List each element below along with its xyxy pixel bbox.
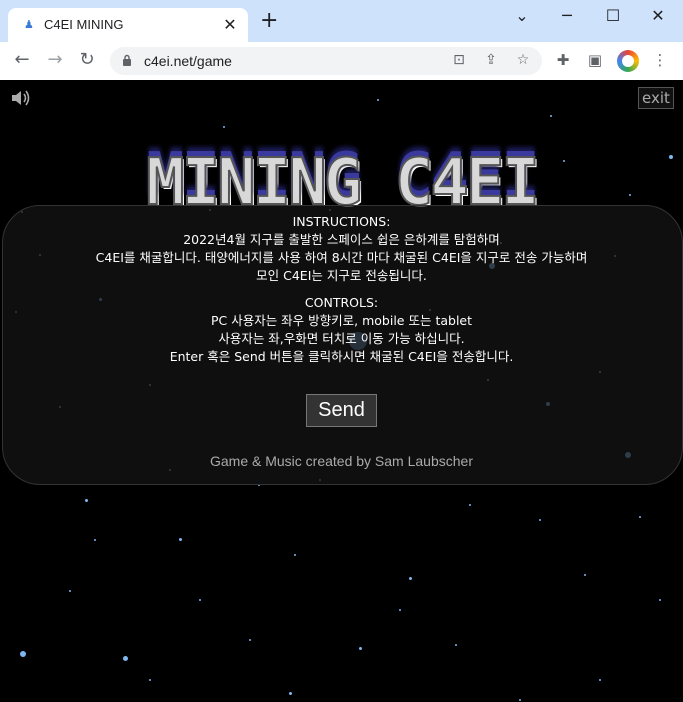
minimize-button[interactable]: ─ [552, 6, 582, 25]
star-dot [249, 639, 251, 641]
star-dot [584, 574, 586, 576]
plus-icon[interactable]: + [260, 10, 278, 32]
translate-icon[interactable]: ⊡ [450, 52, 468, 68]
forward-icon[interactable]: → [44, 49, 66, 70]
close-icon[interactable]: ✕ [222, 15, 238, 34]
controls-heading: CONTROLS: [304, 295, 379, 310]
star-icon[interactable]: ☆ [514, 52, 532, 68]
back-icon[interactable]: ← [11, 49, 33, 70]
star-dot [539, 519, 541, 521]
star-dot [659, 599, 661, 601]
star-dot [550, 115, 552, 117]
star-dot [377, 99, 379, 101]
send-button[interactable]: Send [306, 394, 377, 427]
star-dot [288, 691, 292, 695]
maximize-button[interactable]: ☐ [598, 6, 628, 25]
star-dot [599, 679, 601, 681]
instructions-line: 모인 C4EI는 지구로 전송됩니다. [256, 268, 427, 283]
star-dot [178, 537, 182, 541]
tab-c4ei-mining[interactable]: ♟ C4EI MINING ✕ [8, 8, 248, 42]
sidepanel-icon[interactable]: ▣ [585, 51, 605, 69]
menu-icon[interactable]: ⋮ [650, 51, 670, 69]
controls-line: PC 사용자는 좌우 방향키로, mobile 또는 tablet [210, 313, 473, 328]
star-dot [294, 554, 296, 556]
exit-button[interactable]: exit [638, 87, 674, 109]
window-close-button[interactable]: ✕ [643, 6, 673, 25]
star-dot [519, 699, 521, 701]
chevron-down-icon[interactable]: ⌄ [507, 6, 537, 25]
controls-line: Enter 혹은 Send 버튼을 클릭하시면 채굴된 C4EI을 전송합니다. [169, 349, 514, 364]
tab-title: C4EI MINING [44, 17, 124, 32]
browser-chrome: ♟ C4EI MINING ✕ + ⌄ ─ ☐ ✕ ← → ↻ c4ei.net… [0, 0, 683, 81]
share-icon[interactable]: ⇪ [482, 52, 500, 68]
star-dot [199, 599, 201, 601]
instructions-heading: INSTRUCTIONS: [292, 214, 391, 229]
star-dot [399, 609, 401, 611]
toolbar: ← → ↻ c4ei.net/game ⊡ ⇪ ☆ ✚ ▣ ⋮ [0, 42, 683, 81]
star-dot [469, 504, 471, 506]
star-dot [20, 651, 26, 657]
url-text[interactable]: c4ei.net/game [144, 53, 232, 69]
address-bar[interactable]: c4ei.net/game ⊡ ⇪ ☆ [110, 47, 542, 75]
instructions-line: C4EI를 채굴합니다. 태양에너지를 사용 하여 8시간 마다 채굴된 C4E… [95, 250, 588, 265]
star-dot [84, 498, 88, 502]
star-dot [94, 539, 96, 541]
star-dot [358, 646, 362, 650]
lock-icon[interactable] [122, 54, 132, 66]
star-dot [639, 516, 641, 518]
reload-icon[interactable]: ↻ [76, 49, 98, 70]
star-dot [223, 126, 225, 128]
profile-icon[interactable] [617, 50, 639, 72]
game-canvas[interactable]: exit MINING C4EI INSTRUCTIONS: 2022년4월 지… [0, 80, 683, 702]
star-dot [408, 576, 412, 580]
star-dot [122, 655, 128, 661]
speaker-icon[interactable] [10, 89, 32, 107]
tab-strip: ♟ C4EI MINING ✕ + ⌄ ─ ☐ ✕ [0, 0, 683, 42]
star-dot [149, 679, 151, 681]
favicon-icon: ♟ [24, 18, 34, 31]
star-dot [69, 590, 71, 592]
instructions-line: 2022년4월 지구를 출발한 스페이스 쉽은 은하계를 탐험하며 [183, 232, 500, 247]
credit-text: Game & Music created by Sam Laubscher [209, 453, 473, 469]
star-dot [455, 644, 457, 646]
extensions-icon[interactable]: ✚ [553, 51, 573, 69]
controls-line: 사용자는 좌,우화면 터치로 이동 가능 하십니다. [218, 331, 465, 346]
